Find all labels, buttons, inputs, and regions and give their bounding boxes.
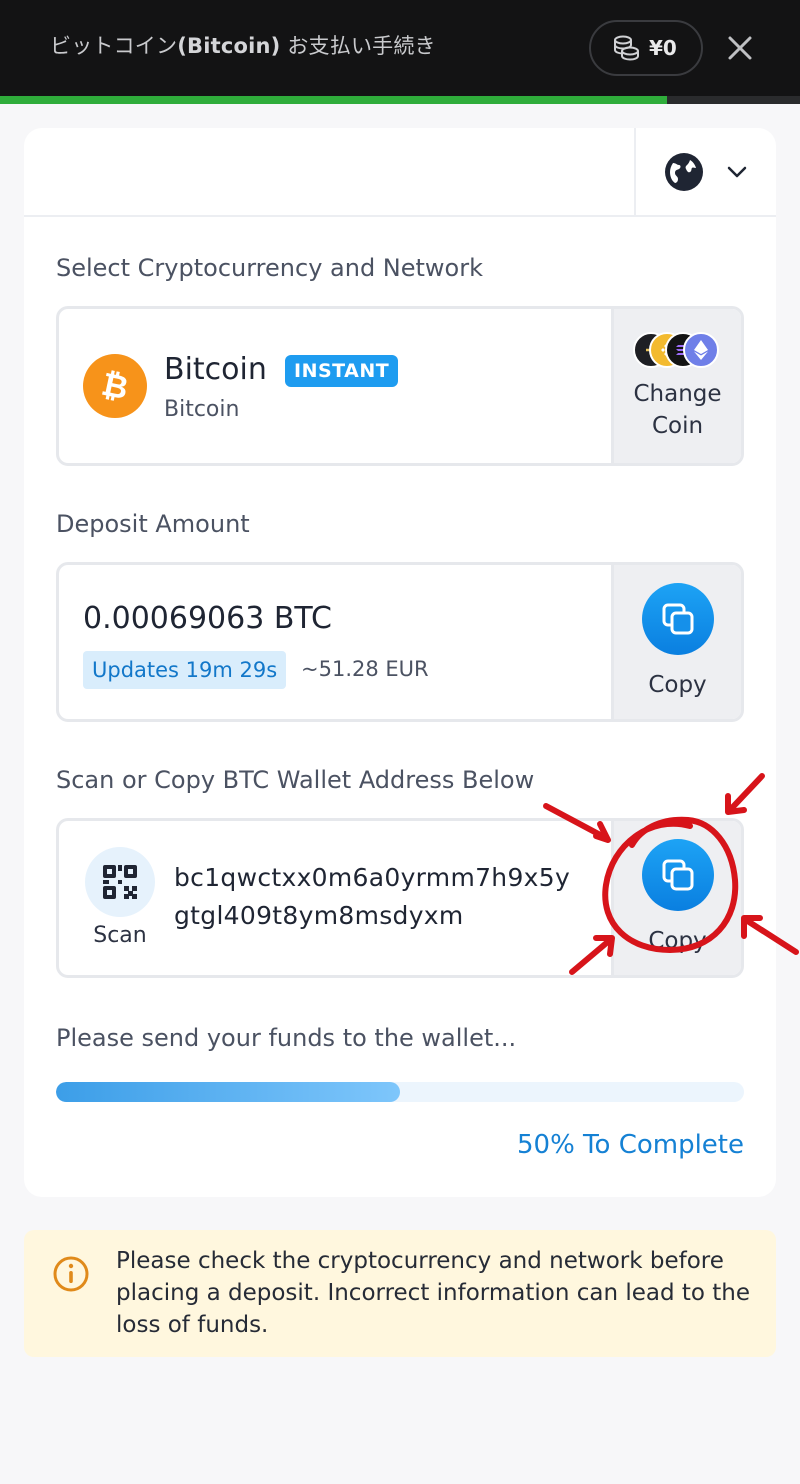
network-name: Bitcoin bbox=[164, 397, 240, 422]
copy-amount-label: Copy bbox=[648, 672, 707, 698]
rate-timer-badge: Updates 19m 29s bbox=[83, 651, 287, 689]
svg-text:₿: ₿ bbox=[98, 366, 131, 406]
wallet-section-label: Scan or Copy BTC Wallet Address Below bbox=[56, 766, 535, 794]
warning-notice: Please check the cryptocurrency and netw… bbox=[24, 1230, 776, 1357]
copy-icon bbox=[641, 839, 714, 911]
coin-name: Bitcoin bbox=[164, 352, 267, 387]
change-coin-button[interactable]: Change Coin bbox=[611, 309, 741, 463]
title-coin: (Bitcoin) bbox=[177, 34, 281, 58]
language-selector[interactable] bbox=[634, 128, 776, 216]
scan-qr-button[interactable]: Scan bbox=[83, 847, 157, 948]
scan-label: Scan bbox=[93, 923, 147, 948]
payment-progress-fill bbox=[56, 1082, 400, 1102]
copy-address-label: Copy bbox=[648, 928, 707, 954]
copy-amount-button[interactable]: Copy bbox=[611, 565, 741, 719]
qr-code-icon bbox=[85, 847, 155, 917]
balance-value: ¥0 bbox=[649, 36, 677, 60]
balance-button[interactable]: ¥0 bbox=[589, 20, 703, 76]
wallet-address[interactable]: bc1qwctxx0m6a0yrmm7h9x5ygtgl409t8ym8msdy… bbox=[174, 859, 584, 935]
chevron-down-icon bbox=[727, 166, 747, 178]
fiat-equivalent: ~51.28 EUR bbox=[301, 657, 429, 681]
wallet-address-box: Scan bc1qwctxx0m6a0yrmm7h9x5ygtgl409t8ym… bbox=[56, 818, 744, 978]
change-coin-label: Change Coin bbox=[633, 381, 722, 439]
card-header bbox=[24, 128, 776, 217]
top-bar: ビットコイン(Bitcoin) お支払い手続き ¥0 bbox=[0, 0, 800, 104]
warning-text: Please check the cryptocurrency and netw… bbox=[116, 1248, 751, 1338]
copy-address-button[interactable]: Copy bbox=[611, 821, 741, 975]
close-icon bbox=[728, 36, 752, 60]
coin-selector-box: ₿ Bitcoin INSTANT Bitcoin Change Coin bbox=[56, 306, 744, 466]
close-button[interactable] bbox=[722, 30, 758, 66]
bitcoin-logo-icon: ₿ bbox=[83, 354, 147, 418]
payment-card: Select Cryptocurrency and Network ₿ Bitc… bbox=[24, 128, 776, 1197]
deposit-section-label: Deposit Amount bbox=[56, 510, 250, 538]
step-progress-fill bbox=[0, 96, 668, 104]
copy-icon bbox=[641, 583, 714, 655]
ethereum-coin-icon bbox=[682, 332, 719, 368]
coin-stack-icon bbox=[632, 330, 723, 370]
info-icon bbox=[53, 1256, 89, 1292]
deposit-amount: 0.00069063 BTC bbox=[83, 601, 332, 636]
step-progress-bar bbox=[0, 96, 800, 104]
deposit-amount-box: 0.00069063 BTC Updates 19m 29s ~51.28 EU… bbox=[56, 562, 744, 722]
payment-progress-bar bbox=[56, 1082, 744, 1102]
title-japanese: ビットコイン bbox=[50, 34, 178, 58]
status-message: Please send your funds to the wallet... bbox=[56, 1024, 517, 1052]
instant-badge: INSTANT bbox=[285, 355, 399, 387]
title-suffix: お支払い手続き bbox=[280, 34, 436, 58]
globe-icon bbox=[665, 153, 703, 191]
crypto-section-label: Select Cryptocurrency and Network bbox=[56, 254, 484, 282]
progress-label: 50% To Complete bbox=[517, 1130, 744, 1160]
coins-icon bbox=[614, 35, 639, 61]
payment-title: ビットコイン(Bitcoin) お支払い手続き bbox=[50, 30, 436, 60]
